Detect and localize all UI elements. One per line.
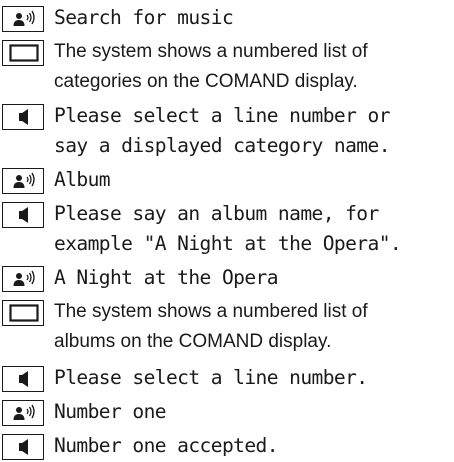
dialog-text-line: Number one [54,400,167,423]
speaker-icon [2,434,44,460]
dialog-text-line: The system shows a numbered list of [54,41,368,62]
display-icon [2,40,44,66]
dialog-text-line: say a displayed category name. [54,134,391,157]
dialog-text-line: example "A Night at the Opera". [54,232,402,255]
speak-icon [2,168,44,194]
speak-icon [2,400,44,426]
dialog-text-line: Album [54,168,111,191]
dialog-text-line: Please select a line number or [54,104,391,127]
dialog-text-line: Number one accepted. [54,434,279,457]
dialog-text-line: The system shows a numbered list of [54,301,368,322]
dialog-text-line: A Night at the Opera [54,266,279,289]
speaker-icon [2,104,44,130]
speak-icon [2,6,44,32]
speaker-icon [2,366,44,392]
dialog-text-line: Search for music [54,6,234,29]
dialog-text-line: albums on the COMAND display. [54,331,332,352]
display-icon [2,300,44,326]
dialog-text-line: Please say an album name, for [54,202,379,225]
dialog-text-line: Please select a line number. [54,366,368,389]
speak-icon [2,266,44,292]
dialog-text-line: categories on the COMAND display. [54,71,358,92]
speaker-icon [2,202,44,228]
